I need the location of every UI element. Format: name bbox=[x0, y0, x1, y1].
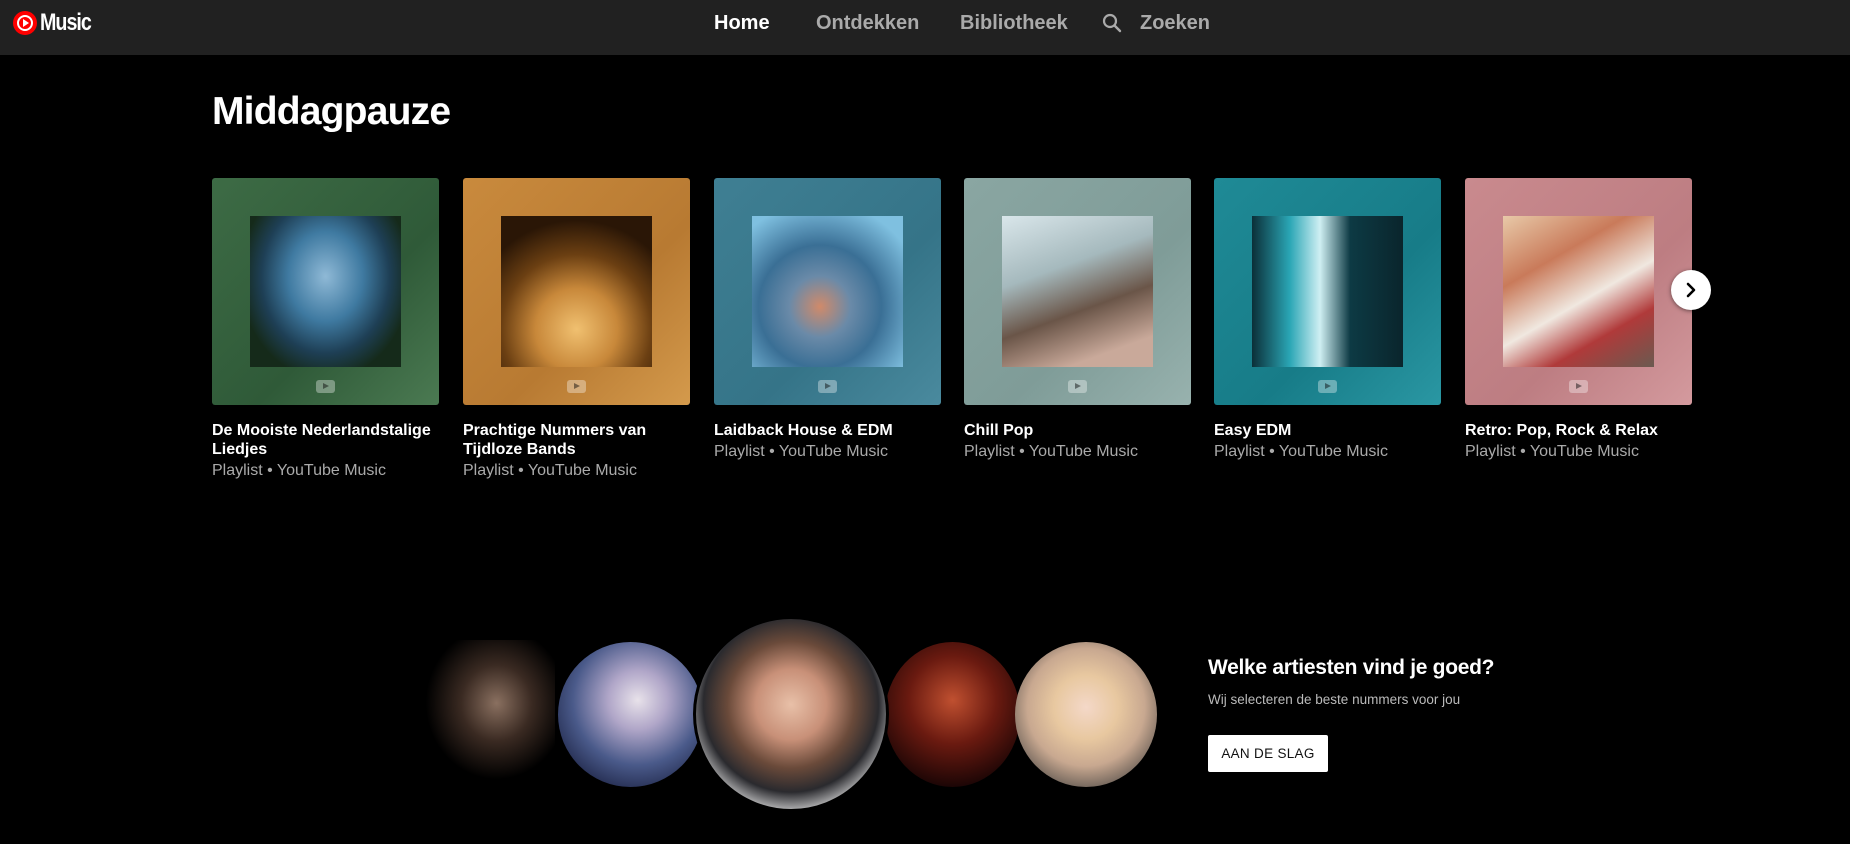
playlist-title[interactable]: Easy EDM bbox=[1214, 421, 1441, 440]
youtube-badge-icon bbox=[1068, 380, 1087, 393]
playlist-title[interactable]: De Mooiste Nederlandstalige Liedjes bbox=[212, 421, 439, 459]
playlist-subtitle: Playlist • YouTube Music bbox=[964, 443, 1138, 460]
youtube-badge-icon bbox=[567, 380, 586, 393]
playlist-title[interactable]: Prachtige Nummers van Tijdloze Bands bbox=[463, 421, 690, 459]
playlist-subtitle: Playlist • YouTube Music bbox=[1465, 443, 1639, 460]
nav-library[interactable]: Bibliotheek bbox=[960, 0, 1068, 46]
playlist-thumbnail[interactable] bbox=[212, 178, 439, 405]
youtube-badge-icon bbox=[1569, 380, 1588, 393]
artist-avatar[interactable] bbox=[425, 640, 555, 780]
playlist-card[interactable]: Retro: Pop, Rock & Relax Playlist • YouT… bbox=[1465, 178, 1692, 462]
artist-avatar[interactable] bbox=[558, 642, 703, 787]
playlist-subtitle: Playlist • YouTube Music bbox=[714, 443, 888, 460]
playlist-subtitle: Playlist • YouTube Music bbox=[212, 462, 386, 479]
playlist-thumbnail[interactable] bbox=[714, 178, 941, 405]
logo-text: Music bbox=[40, 9, 92, 36]
youtube-badge-icon bbox=[1318, 380, 1337, 393]
playlist-subtitle: Playlist • YouTube Music bbox=[1214, 443, 1388, 460]
playlist-artwork bbox=[1252, 216, 1403, 367]
youtube-play-icon bbox=[13, 11, 37, 35]
playlist-card[interactable]: Chill Pop Playlist • YouTube Music bbox=[964, 178, 1191, 462]
get-started-button[interactable]: AAN DE SLAG bbox=[1208, 735, 1328, 772]
playlist-thumbnail[interactable] bbox=[964, 178, 1191, 405]
youtube-music-logo[interactable]: Music bbox=[13, 9, 102, 36]
playlist-card[interactable]: De Mooiste Nederlandstalige Liedjes Play… bbox=[212, 178, 439, 481]
artist-avatar-featured[interactable] bbox=[693, 616, 889, 812]
playlist-card[interactable]: Easy EDM Playlist • YouTube Music bbox=[1214, 178, 1441, 462]
playlist-artwork bbox=[752, 216, 903, 367]
chevron-right-icon bbox=[1686, 282, 1696, 298]
playlist-title[interactable]: Chill Pop bbox=[964, 421, 1191, 440]
youtube-badge-icon bbox=[316, 380, 335, 393]
playlist-artwork bbox=[501, 216, 652, 367]
section-title: Middagpauze bbox=[212, 90, 451, 133]
nav-search[interactable]: Zoeken bbox=[1140, 0, 1210, 46]
nav-discover[interactable]: Ontdekken bbox=[816, 0, 919, 46]
playlist-artwork bbox=[250, 216, 401, 367]
top-nav-bar: Music Home Ontdekken Bibliotheek Zoeken bbox=[0, 0, 1850, 55]
playlist-card[interactable]: Prachtige Nummers van Tijdloze Bands Pla… bbox=[463, 178, 690, 481]
playlist-thumbnail[interactable] bbox=[1465, 178, 1692, 405]
playlist-title[interactable]: Retro: Pop, Rock & Relax bbox=[1465, 421, 1692, 440]
promo-subtitle: Wij selecteren de beste nummers voor jou bbox=[1208, 692, 1461, 707]
playlist-title[interactable]: Laidback House & EDM bbox=[714, 421, 941, 440]
playlist-subtitle: Playlist • YouTube Music bbox=[463, 462, 637, 479]
promo-title: Welke artiesten vind je goed? bbox=[1208, 656, 1495, 679]
artist-avatar[interactable] bbox=[885, 642, 1020, 787]
artist-avatar[interactable] bbox=[1015, 642, 1157, 787]
playlist-artwork bbox=[1503, 216, 1654, 367]
carousel-next-button[interactable] bbox=[1671, 270, 1711, 310]
youtube-badge-icon bbox=[818, 380, 837, 393]
playlist-artwork bbox=[1002, 216, 1153, 367]
playlist-thumbnail[interactable] bbox=[463, 178, 690, 405]
playlist-thumbnail[interactable] bbox=[1214, 178, 1441, 405]
playlist-card[interactable]: Laidback House & EDM Playlist • YouTube … bbox=[714, 178, 941, 462]
nav-home[interactable]: Home bbox=[714, 0, 770, 46]
search-icon[interactable] bbox=[1100, 11, 1124, 35]
